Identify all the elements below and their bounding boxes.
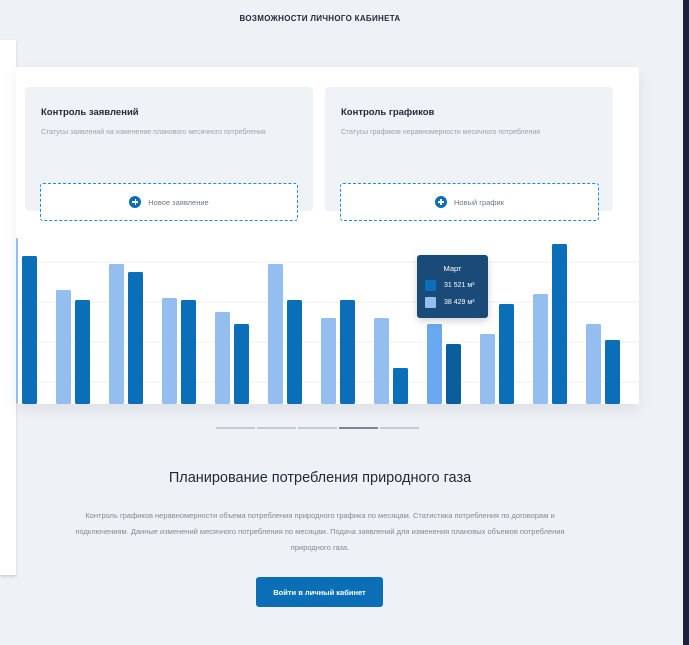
chart-tooltip: Март 31 521 м³ 38 429 м³: [417, 255, 488, 318]
chart-bar-dark[interactable]: [446, 344, 461, 404]
chart-bar-light[interactable]: [215, 312, 230, 404]
tooltip-swatch-light: [425, 297, 436, 308]
login-cabinet-button[interactable]: Войти в личный кабинет: [256, 577, 383, 607]
section-heading: ВОЗМОЖНОСТИ ЛИЧНОГО КАБИНЕТА: [239, 14, 401, 23]
plus-circle-icon: [435, 196, 448, 208]
pager-dot[interactable]: [298, 427, 337, 429]
chart-bar-dark[interactable]: [499, 304, 514, 404]
plus-circle-icon: [129, 196, 142, 208]
pager-dot[interactable]: [257, 427, 296, 429]
new-schedule-label: Новый график: [454, 197, 504, 207]
chart-bar-dark[interactable]: [287, 300, 302, 404]
schedules-panel-description: Статусы графиков неравномерности месячно…: [341, 129, 541, 136]
chart-bar-light[interactable]: [16, 238, 18, 404]
new-application-button[interactable]: Новое заявление: [40, 183, 298, 221]
applications-panel-title: Контроль заявлений: [41, 107, 139, 118]
chart-bar-dark[interactable]: [393, 368, 408, 404]
pager-dot[interactable]: [216, 427, 255, 429]
chart-bar-dark[interactable]: [605, 340, 620, 404]
tooltip-row-1: 31 521 м³: [425, 280, 475, 291]
chart-bar-light[interactable]: [321, 318, 336, 404]
applications-panel-description: Статусы заявлений на изменение планового…: [41, 129, 266, 136]
tooltip-value-2: 38 429 м³: [444, 299, 475, 306]
tooltip-swatch-dark: [425, 280, 436, 291]
landing-page: ВОЗМОЖНОСТИ ЛИЧНОГО КАБИНЕТА Контроль за…: [0, 0, 683, 645]
applications-panel: Контроль заявлений Статусы заявлений на …: [25, 87, 313, 221]
new-application-label: Новое заявление: [148, 197, 209, 207]
schedules-panel-title: Контроль графиков: [341, 107, 435, 118]
chart-bar-light[interactable]: [480, 334, 495, 404]
tooltip-row-2: 38 429 м³: [425, 297, 475, 308]
chart-bar-dark[interactable]: [75, 300, 90, 404]
chart-bar-light[interactable]: [56, 290, 71, 404]
schedules-panel: Контроль графиков Статусы графиков нерав…: [325, 87, 613, 221]
left-side-card: [0, 40, 16, 576]
tooltip-value-1: 31 521 м³: [444, 282, 475, 289]
chart-bar-dark[interactable]: [552, 244, 567, 404]
promo-description: Контроль графиков неравномерности объема…: [75, 511, 565, 552]
new-schedule-button[interactable]: Новый график: [340, 183, 599, 221]
tooltip-month: Март: [443, 264, 462, 273]
chart-bar-light[interactable]: [268, 264, 283, 404]
chart-bar-light[interactable]: [586, 324, 601, 404]
promo-title: Планирование потребления природного газа: [168, 470, 472, 486]
chart-bar-light[interactable]: [109, 264, 124, 404]
chart-bar-light[interactable]: [374, 318, 389, 404]
pager-dot[interactable]: [339, 427, 378, 429]
pager-dot[interactable]: [380, 427, 419, 429]
chart-bar-light[interactable]: [533, 294, 548, 404]
chart-bar-light[interactable]: [162, 298, 177, 404]
chart-bar-dark[interactable]: [128, 272, 143, 404]
carousel-pager: [216, 427, 419, 429]
chart-bar-dark[interactable]: [234, 324, 249, 404]
chart-bar-dark[interactable]: [340, 300, 355, 404]
features-card: Контроль заявлений Статусы заявлений на …: [16, 67, 639, 404]
chart-bar-dark[interactable]: [181, 300, 196, 404]
chart-bar-light[interactable]: [427, 324, 442, 404]
chart-bar-dark[interactable]: [22, 256, 37, 404]
